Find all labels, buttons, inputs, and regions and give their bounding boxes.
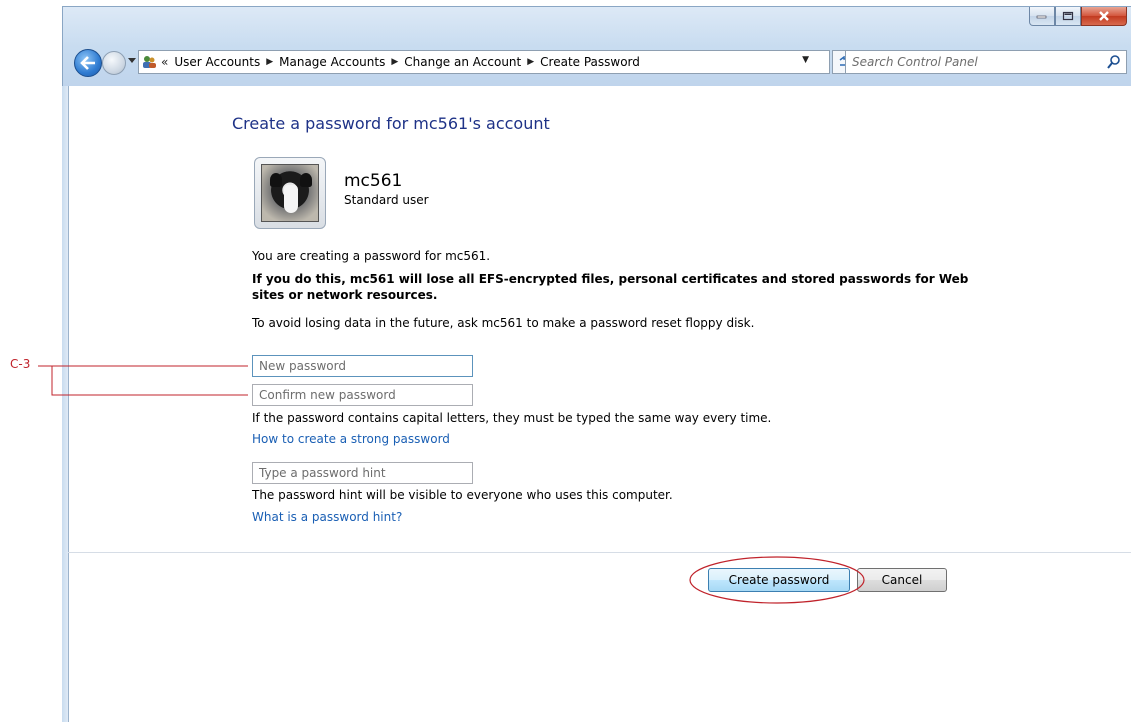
confirm-password-field[interactable]: Confirm new password — [252, 384, 473, 406]
warning-text: If you do this, mc561 will lose all EFS-… — [252, 272, 969, 302]
password-hint-link[interactable]: What is a password hint? — [252, 510, 402, 524]
address-dropdown-icon[interactable]: ▼ — [802, 55, 809, 65]
search-placeholder[interactable]: Search Control Panel — [852, 55, 978, 69]
address-bar[interactable]: « User Accounts ▶ Manage Accounts ▶ Chan… — [138, 50, 830, 74]
navigation-bar: « User Accounts ▶ Manage Accounts ▶ Chan… — [70, 46, 1129, 78]
content-pane — [68, 86, 1131, 722]
breadcrumb-manage-accounts[interactable]: Manage Accounts — [279, 55, 385, 69]
breadcrumb-create-password[interactable]: Create Password — [540, 55, 640, 69]
search-box[interactable]: Search Control Panel — [845, 50, 1127, 74]
password-hint-field[interactable]: Type a password hint — [252, 462, 473, 484]
footer-divider — [68, 552, 1131, 553]
back-button[interactable] — [74, 49, 102, 77]
annotation-label: C-3 — [10, 357, 31, 371]
new-password-field[interactable]: New password — [252, 355, 473, 377]
intro-text: You are creating a password for mc561. — [252, 249, 491, 263]
minimize-button[interactable] — [1029, 7, 1055, 26]
maximize-icon — [1062, 11, 1074, 21]
strong-password-link[interactable]: How to create a strong password — [252, 432, 450, 446]
page-title: Create a password for mc561's account — [232, 114, 550, 133]
user-avatar — [254, 157, 326, 229]
forward-button[interactable] — [102, 51, 126, 75]
capital-letters-note: If the password contains capital letters… — [252, 411, 772, 425]
user-name: mc561 — [344, 171, 403, 191]
back-arrow-icon — [80, 56, 95, 70]
user-type: Standard user — [344, 193, 429, 207]
minimize-icon — [1036, 15, 1047, 19]
user-accounts-icon — [141, 54, 157, 70]
breadcrumb-separator-icon[interactable]: ▶ — [527, 57, 534, 67]
breadcrumb-separator-icon[interactable]: ▶ — [266, 57, 273, 67]
maximize-button[interactable] — [1055, 7, 1081, 26]
create-password-button[interactable]: Create password — [708, 568, 850, 592]
advice-text: To avoid losing data in the future, ask … — [252, 316, 755, 330]
hint-visibility-note: The password hint will be visible to eve… — [252, 488, 673, 502]
breadcrumb-separator-icon[interactable]: ▶ — [391, 57, 398, 67]
breadcrumb-overflow-icon[interactable]: « — [161, 55, 168, 69]
breadcrumb-change-account[interactable]: Change an Account — [404, 55, 521, 69]
close-icon — [1099, 11, 1109, 21]
search-icon[interactable] — [1106, 54, 1122, 70]
window-left-border — [62, 86, 69, 722]
close-button[interactable] — [1081, 7, 1127, 26]
breadcrumb-user-accounts[interactable]: User Accounts — [174, 55, 260, 69]
dog-picture — [261, 164, 319, 222]
recent-pages-dropdown-icon[interactable] — [128, 58, 136, 63]
cancel-button[interactable]: Cancel — [857, 568, 947, 592]
caption-buttons — [1029, 7, 1127, 26]
